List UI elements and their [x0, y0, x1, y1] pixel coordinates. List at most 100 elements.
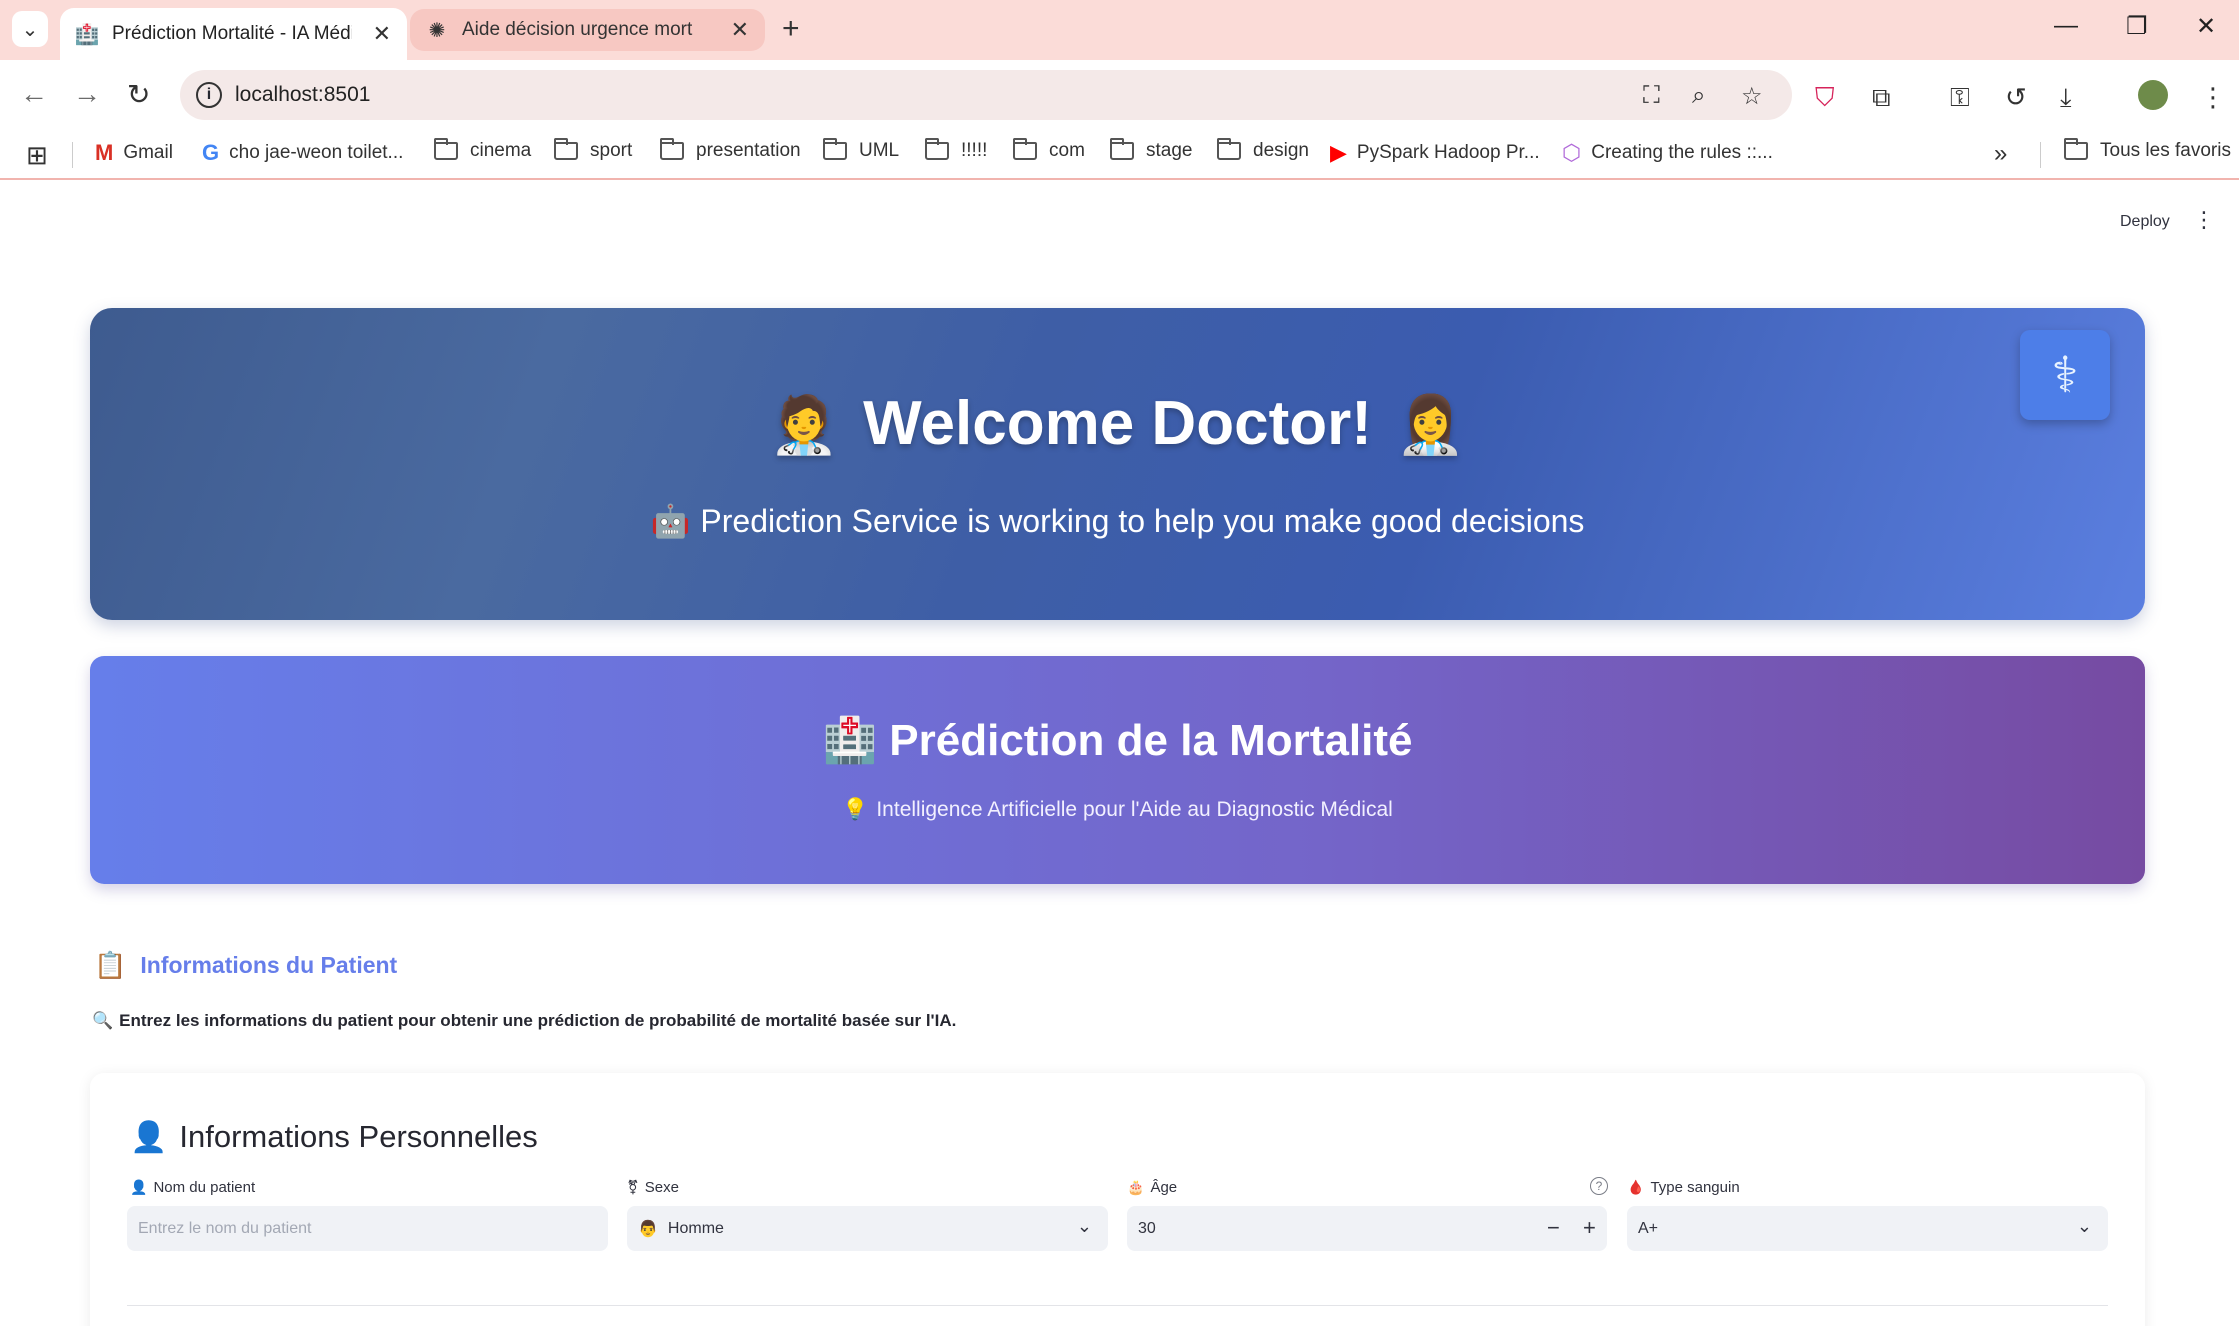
reload-button[interactable]: ↻	[127, 78, 150, 111]
hero-subtitle-text: Prediction Service is working to help yo…	[700, 503, 1585, 539]
gender-icon: ⚧	[627, 1179, 639, 1195]
app-menu-icon[interactable]: ⋮	[2193, 207, 2215, 233]
lightbulb-icon: 💡	[842, 798, 869, 821]
deploy-button[interactable]: Deploy	[2120, 213, 2170, 231]
patient-section-heading: 📋 Informations du Patient	[94, 950, 397, 981]
help-icon[interactable]: ?	[1590, 1177, 1608, 1195]
user-icon: 👤	[130, 1120, 168, 1154]
password-key-icon[interactable]: ⚿	[1950, 82, 1970, 114]
address-bar[interactable]: i localhost:8501 ⛶ ⌕ ☆	[180, 70, 1792, 120]
bookmark-all[interactable]: Tous les favoris	[2064, 138, 2231, 162]
close-icon[interactable]: ✕	[731, 17, 749, 43]
tab-prediction[interactable]: 🏥 Prédiction Mortalité - IA Médicale ✕	[60, 8, 407, 60]
extensions-icon[interactable]: ⧉	[1872, 82, 1891, 114]
decrement-button[interactable]: −	[1547, 1215, 1560, 1241]
bookmark-folder-cinema[interactable]: cinema	[434, 138, 531, 162]
bookmark-folder-stage[interactable]: stage	[1110, 138, 1192, 162]
minimize-button[interactable]: —	[2054, 12, 2078, 40]
banner-subtitle-text: Intelligence Artificielle pour l'Aide au…	[876, 798, 1393, 821]
prediction-banner: 🏥 Prédiction de la Mortalité 💡 Intelligenc…	[90, 656, 2145, 884]
folder-icon	[823, 138, 847, 160]
bookmark-pyspark[interactable]: ▶ PySpark Hadoop Pr...	[1330, 140, 1540, 166]
patient-section-title: Informations du Patient	[140, 952, 398, 978]
folder-icon	[660, 138, 684, 160]
hero-title: 🧑‍⚕️ Welcome Doctor! 👩‍⚕️	[90, 388, 2145, 459]
tab-title: Aide décision urgence mort	[462, 19, 693, 40]
blood-drop-icon: 🩸	[1627, 1179, 1645, 1195]
bookmark-folder-uml[interactable]: UML	[823, 138, 899, 162]
medical-staff-icon: ⚕	[2020, 330, 2110, 420]
youtube-icon: ▶	[1330, 140, 1347, 165]
gmail-icon: M	[95, 140, 114, 165]
bookmark-folder-com[interactable]: com	[1013, 138, 1085, 162]
hospital-icon: 🏥	[822, 716, 878, 765]
blood-type-label: 🩸 Type sanguin	[1627, 1179, 1740, 1196]
hero-subtitle: 🤖 Prediction Service is working to help y…	[90, 502, 2145, 540]
tab-search-button[interactable]: ⌄	[12, 11, 48, 47]
age-label: 🎂 Âge	[1127, 1179, 1178, 1196]
bookmark-divider	[72, 142, 73, 168]
folder-icon	[925, 138, 949, 160]
translate-icon[interactable]: ⛶	[1643, 82, 1660, 110]
close-window-button[interactable]: ✕	[2196, 12, 2216, 41]
folder-icon	[1013, 138, 1037, 160]
bookmark-folder-sport[interactable]: sport	[554, 138, 632, 162]
patient-intro-text: 🔍 Entrez les informations du patient pour…	[92, 1011, 957, 1030]
doctor-man-icon: 🧑‍⚕️	[769, 393, 840, 456]
sex-label: ⚧ Sexe	[627, 1179, 679, 1196]
banner-title-text: Prédiction de la Mortalité	[889, 716, 1413, 765]
bookmark-divider	[2040, 142, 2041, 168]
zoom-icon[interactable]: ⌕	[1692, 82, 1705, 110]
clipboard-icon: 📋	[94, 950, 127, 980]
patient-name-input[interactable]: Entrez le nom du patient	[127, 1206, 608, 1251]
age-number-input[interactable]: 30 − +	[1127, 1206, 1607, 1251]
apps-grid-icon[interactable]: ⊞	[26, 140, 48, 171]
section-divider	[127, 1305, 2108, 1306]
chevron-down-icon: ⌄	[1076, 1216, 1092, 1236]
chevron-down-icon: ⌄	[21, 18, 39, 41]
bookmark-folder-exclaim[interactable]: !!!!!	[925, 138, 987, 162]
hero-title-text: Welcome Doctor!	[863, 389, 1372, 458]
download-icon[interactable]: ⤓	[2060, 82, 2072, 114]
cube-icon: ⬡	[1562, 140, 1582, 165]
folder-icon	[1217, 138, 1241, 160]
robot-icon: 🤖	[650, 503, 691, 539]
star-icon[interactable]: ☆	[1741, 82, 1763, 111]
new-tab-button[interactable]: +	[782, 12, 800, 46]
google-icon: G	[202, 140, 220, 165]
increment-button[interactable]: +	[1583, 1215, 1596, 1241]
bookmark-google[interactable]: Gcho jae-weon toilet...	[202, 140, 403, 166]
folder-icon	[1110, 138, 1134, 160]
restore-button[interactable]: ❐	[2126, 12, 2148, 41]
back-button[interactable]: ←	[20, 78, 48, 110]
ublock-icon[interactable]: ⛉	[1815, 82, 1835, 114]
browser-toolbar: ← → ↻ i localhost:8501 ⛶ ⌕ ☆ ⛉ ⧉ ⚿ ↺ ⤓ ⋮	[0, 60, 2239, 130]
doctor-woman-icon: 👩‍⚕️	[1395, 393, 1466, 456]
profile-avatar[interactable]	[2138, 80, 2168, 110]
name-label: 👤 Nom du patient	[130, 1179, 256, 1196]
sex-select[interactable]: 👨 Homme ⌄	[627, 1206, 1108, 1251]
personal-info-card: 👤 Informations Personnelles 👤 Nom du pati…	[90, 1073, 2145, 1326]
folder-icon	[554, 138, 578, 160]
bookmark-gmail[interactable]: M Gmail	[95, 140, 173, 166]
browser-tab-bar: ⌄ 🏥 Prédiction Mortalité - IA Médicale ✕…	[0, 0, 2239, 60]
forward-button[interactable]: →	[73, 78, 101, 110]
personal-info-title: 👤 Informations Personnelles	[130, 1119, 538, 1154]
cake-icon: 🎂	[1127, 1179, 1145, 1195]
blood-type-select[interactable]: A+ ⌄	[1627, 1206, 2108, 1251]
tab-aide-decision[interactable]: ✺ Aide décision urgence mort ✕	[410, 9, 765, 51]
man-icon: 👨	[638, 1220, 658, 1238]
history-icon[interactable]: ↺	[2005, 82, 2027, 113]
url-text: localhost:8501	[235, 83, 371, 106]
more-bookmarks-icon[interactable]: »	[1994, 140, 2007, 168]
bookmark-creating-rules[interactable]: ⬡ Creating the rules ::...	[1562, 140, 1773, 166]
site-info-icon[interactable]: i	[196, 82, 222, 108]
bookmark-folder-presentation[interactable]: presentation	[660, 138, 801, 162]
close-icon[interactable]: ✕	[373, 21, 391, 47]
hospital-icon: 🏥	[74, 23, 100, 46]
banner-title: 🏥 Prédiction de la Mortalité	[90, 714, 2145, 766]
banner-subtitle: 💡 Intelligence Artificielle pour l'Aide a…	[90, 798, 2145, 822]
bookmark-folder-design[interactable]: design	[1217, 138, 1309, 162]
folder-icon	[2064, 138, 2088, 160]
browser-menu-icon[interactable]: ⋮	[2200, 82, 2226, 113]
